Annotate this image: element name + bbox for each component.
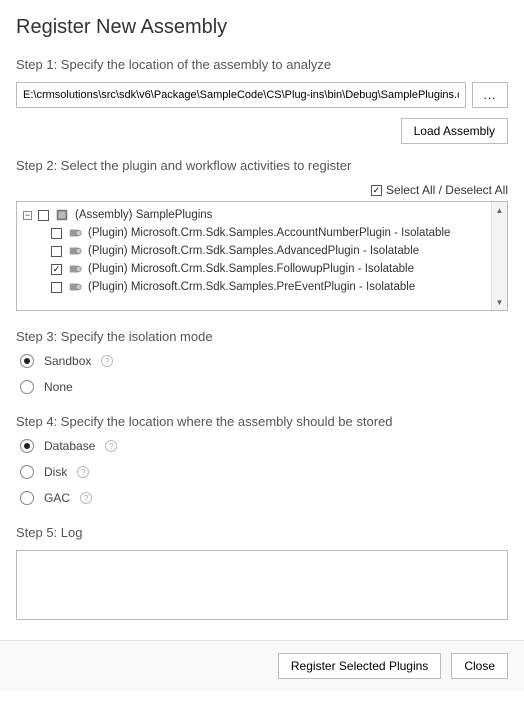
isolation-sandbox-label: Sandbox	[44, 354, 91, 368]
help-icon[interactable]: ?	[101, 355, 113, 367]
step5-label: Step 5: Log	[16, 525, 508, 540]
register-button[interactable]: Register Selected Plugins	[278, 653, 441, 679]
isolation-none-label: None	[44, 380, 73, 394]
assembly-path-input[interactable]	[16, 82, 466, 108]
plugin-checkbox[interactable]	[51, 228, 62, 239]
close-button[interactable]: Close	[451, 653, 508, 679]
plugin-label: (Plugin) Microsoft.Crm.Sdk.Samples.Follo…	[88, 263, 414, 275]
storage-gac-label: GAC	[44, 491, 70, 505]
plugin-label: (Plugin) Microsoft.Crm.Sdk.Samples.Accou…	[88, 227, 450, 239]
assembly-checkbox[interactable]	[38, 210, 49, 221]
step2-label: Step 2: Select the plugin and workflow a…	[16, 158, 508, 173]
plugin-checkbox[interactable]	[51, 246, 62, 257]
assembly-icon	[55, 208, 69, 222]
plugin-checkbox[interactable]: ✓	[51, 264, 62, 275]
storage-database-radio[interactable]	[20, 439, 34, 453]
scroll-down-icon[interactable]: ▼	[492, 294, 507, 310]
plugin-node[interactable]: (Plugin) Microsoft.Crm.Sdk.Samples.Accou…	[21, 224, 507, 242]
page-title: Register New Assembly	[16, 16, 508, 39]
plugin-icon	[68, 280, 82, 294]
plugin-tree[interactable]: − (Assembly) SamplePlugins (Plugin) Micr…	[16, 201, 508, 311]
step3-label: Step 3: Specify the isolation mode	[16, 329, 508, 344]
isolation-none-radio[interactable]	[20, 380, 34, 394]
select-all-label: Select All / Deselect All	[386, 183, 508, 197]
scrollbar[interactable]: ▲ ▼	[491, 202, 507, 310]
plugin-node[interactable]: (Plugin) Microsoft.Crm.Sdk.Samples.Advan…	[21, 242, 507, 260]
plugin-label: (Plugin) Microsoft.Crm.Sdk.Samples.PreEv…	[88, 281, 415, 293]
footer: Register Selected Plugins Close	[0, 640, 524, 691]
plugin-node[interactable]: (Plugin) Microsoft.Crm.Sdk.Samples.PreEv…	[21, 278, 507, 296]
plugin-label: (Plugin) Microsoft.Crm.Sdk.Samples.Advan…	[88, 245, 419, 257]
browse-button[interactable]: ...	[472, 82, 508, 108]
plugin-node[interactable]: ✓ (Plugin) Microsoft.Crm.Sdk.Samples.Fol…	[21, 260, 507, 278]
help-icon[interactable]: ?	[80, 492, 92, 504]
expander-icon[interactable]: −	[23, 211, 32, 220]
help-icon[interactable]: ?	[77, 466, 89, 478]
load-assembly-button[interactable]: Load Assembly	[401, 118, 508, 144]
storage-disk-radio[interactable]	[20, 465, 34, 479]
help-icon[interactable]: ?	[105, 440, 117, 452]
assembly-label: (Assembly) SamplePlugins	[75, 209, 212, 221]
assembly-node[interactable]: − (Assembly) SamplePlugins	[21, 206, 507, 224]
plugin-icon	[68, 226, 82, 240]
step4-label: Step 4: Specify the location where the a…	[16, 414, 508, 429]
plugin-checkbox[interactable]	[51, 282, 62, 293]
select-all-checkbox[interactable]: ✓	[371, 185, 382, 196]
step1-label: Step 1: Specify the location of the asse…	[16, 57, 508, 72]
storage-gac-radio[interactable]	[20, 491, 34, 505]
plugin-icon	[68, 244, 82, 258]
plugin-icon	[68, 262, 82, 276]
storage-database-label: Database	[44, 439, 95, 453]
isolation-sandbox-radio[interactable]	[20, 354, 34, 368]
log-output	[16, 550, 508, 620]
scroll-up-icon[interactable]: ▲	[492, 202, 507, 218]
storage-disk-label: Disk	[44, 465, 67, 479]
